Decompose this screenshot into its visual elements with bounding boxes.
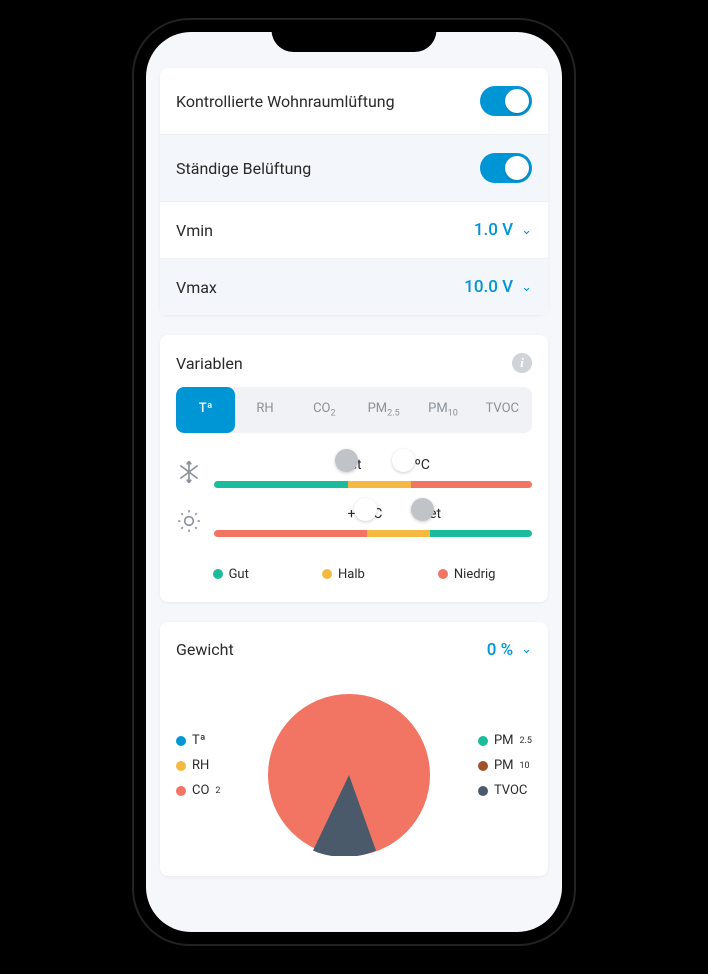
weight-title: Gewicht: [176, 640, 234, 659]
legend-low: Niedrig: [438, 567, 496, 582]
cool-handle-tset[interactable]: [335, 449, 358, 472]
legend-good: Gut: [213, 567, 249, 582]
constant-vent-label: Ständige Belüftung: [176, 159, 311, 178]
pie-legend-right: PM2.5 PM10 TVOC: [478, 733, 532, 798]
legend-pm25: PM2.5: [478, 733, 532, 748]
vmin-value: 1.0 V: [474, 220, 513, 240]
tab-co2[interactable]: CO2: [295, 387, 354, 433]
pie-chart: [226, 676, 471, 856]
heat-handle-offset[interactable]: [354, 498, 377, 521]
legend-tvoc: TVOC: [478, 783, 532, 798]
tab-pm10[interactable]: PM10: [413, 387, 472, 433]
app-screen: Kontrollierte Wohnraumlüftung Ständige B…: [146, 32, 562, 932]
vmin-row[interactable]: Vmin 1.0 V ⌄: [160, 202, 548, 259]
legend-pm10: PM10: [478, 758, 532, 773]
phone-notch: [272, 20, 437, 52]
cool-slider[interactable]: Tset +3 ºC: [214, 457, 532, 488]
toggle-knob: [505, 89, 529, 113]
weight-card: Gewicht 0 % ⌄ Tª RH CO2: [160, 622, 548, 876]
heat-slider[interactable]: +3 ºC Tset: [214, 506, 532, 537]
chevron-down-icon: ⌄: [521, 642, 532, 657]
snowflake-icon: [176, 459, 202, 485]
tab-pm25[interactable]: PM2.5: [354, 387, 413, 433]
legend-half: Halb: [322, 567, 365, 582]
constant-vent-row: Ständige Belüftung: [160, 135, 548, 202]
pie-legend-left: Tª RH CO2: [176, 733, 220, 798]
pie-section: Tª RH CO2 PM2.5 PM10 TVOC: [160, 668, 548, 876]
variables-card: Variablen i Tª RH CO2 PM2.5 PM10 TVOC: [160, 335, 548, 602]
legend-co2: CO2: [176, 783, 220, 798]
heat-slider-row: +3 ºC Tset: [160, 506, 548, 537]
phone-frame: Kontrollierte Wohnraumlüftung Ständige B…: [134, 20, 574, 944]
weight-header: Gewicht 0 % ⌄: [160, 622, 548, 668]
legend-rh: RH: [176, 758, 220, 773]
variables-header: Variablen i: [160, 335, 548, 387]
chevron-down-icon: ⌄: [521, 223, 532, 238]
dot-yellow: [322, 569, 332, 579]
constant-vent-toggle[interactable]: [480, 153, 532, 183]
controlled-vent-toggle[interactable]: [480, 86, 532, 116]
chevron-down-icon: ⌄: [521, 280, 532, 295]
heat-handle-tset[interactable]: [411, 498, 434, 521]
legend-ta: Tª: [176, 733, 220, 748]
tab-tvoc[interactable]: TVOC: [473, 387, 532, 433]
vmax-row[interactable]: Vmax 10.0 V ⌄: [160, 259, 548, 315]
quality-legend: Gut Halb Niedrig: [160, 555, 548, 602]
toggle-knob: [505, 156, 529, 180]
weight-value: 0 %: [487, 640, 513, 660]
settings-card: Kontrollierte Wohnraumlüftung Ständige B…: [160, 68, 548, 315]
cool-slider-row: Tset +3 ºC: [160, 457, 548, 488]
vmin-select[interactable]: 1.0 V ⌄: [474, 220, 532, 240]
variables-title: Variablen: [176, 354, 243, 373]
dot-red: [438, 569, 448, 579]
tab-rh[interactable]: RH: [235, 387, 294, 433]
vmax-select[interactable]: 10.0 V ⌄: [464, 277, 532, 297]
vmax-label: Vmax: [176, 278, 217, 297]
sun-icon: [176, 508, 202, 534]
vmax-value: 10.0 V: [464, 277, 513, 297]
weight-select[interactable]: 0 % ⌄: [487, 640, 532, 660]
controlled-vent-row: Kontrollierte Wohnraumlüftung: [160, 68, 548, 135]
variable-tabs: Tª RH CO2 PM2.5 PM10 TVOC: [176, 387, 532, 433]
controlled-vent-label: Kontrollierte Wohnraumlüftung: [176, 92, 395, 111]
dot-green: [213, 569, 223, 579]
vmin-label: Vmin: [176, 221, 213, 240]
info-icon[interactable]: i: [512, 353, 532, 373]
tab-temperature[interactable]: Tª: [176, 387, 235, 433]
cool-handle-offset[interactable]: [392, 449, 415, 472]
